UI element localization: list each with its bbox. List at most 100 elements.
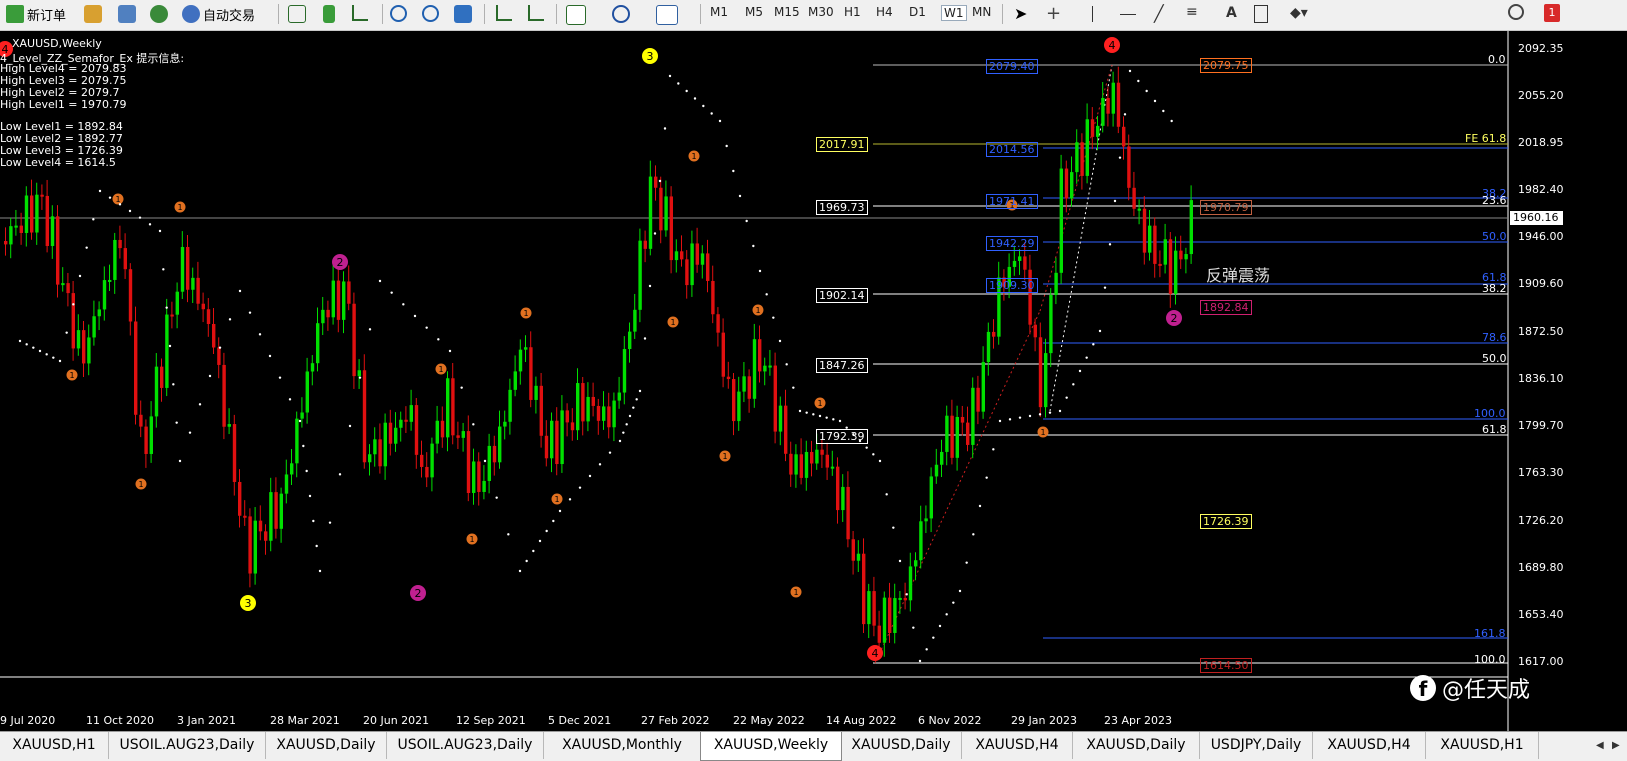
- candle-body: [898, 597, 902, 600]
- candle-body: [451, 378, 455, 436]
- zoom-in-icon[interactable]: [390, 5, 407, 22]
- candle-body: [92, 316, 96, 338]
- tf-m15[interactable]: M15: [774, 5, 800, 19]
- tf-h1[interactable]: H1: [844, 5, 861, 19]
- watermark-text: @任天成: [1442, 678, 1531, 703]
- candle-body: [97, 309, 101, 317]
- tf-mn[interactable]: MN: [972, 5, 991, 19]
- chart-tab[interactable]: XAUUSD,H1: [0, 732, 109, 759]
- candlestick-icon[interactable]: [323, 5, 335, 23]
- tab-scroll-left-icon[interactable]: ◀: [1596, 740, 1604, 751]
- semafor-marker-label: 1: [1040, 428, 1045, 437]
- sar-dot: [538, 539, 542, 543]
- chart-tab[interactable]: USOIL.AUG23,Daily: [387, 732, 544, 759]
- semafor-box: 2079.75: [1200, 58, 1252, 73]
- shapes-icon[interactable]: ◆▾: [1290, 5, 1308, 21]
- sar-dot: [1170, 119, 1173, 123]
- candle-body: [789, 453, 793, 475]
- tf-w1[interactable]: W1: [941, 5, 967, 21]
- candle-body: [253, 520, 257, 574]
- market-watch-icon[interactable]: [84, 5, 102, 23]
- candle-body: [685, 259, 689, 286]
- candle-body: [778, 405, 783, 432]
- auto-trade-button[interactable]: 自动交易: [182, 3, 255, 25]
- candle-body: [955, 416, 959, 458]
- sar-dot: [525, 559, 528, 563]
- chart-tab[interactable]: XAUUSD,H4: [962, 732, 1073, 759]
- tile-windows-icon[interactable]: [454, 5, 472, 23]
- new-order-button[interactable]: 新订单: [6, 3, 66, 25]
- label-tool-icon[interactable]: [1254, 5, 1268, 23]
- vertical-line-icon[interactable]: [1092, 6, 1093, 22]
- candle-body: [1111, 82, 1115, 114]
- tf-m30[interactable]: M30: [808, 5, 834, 19]
- chart-tab-active[interactable]: XAUUSD,Weekly: [700, 732, 842, 761]
- candle-body: [1142, 208, 1147, 253]
- zoom-out-icon[interactable]: [422, 5, 439, 22]
- sar-dot: [298, 419, 302, 423]
- text-tool-icon[interactable]: A: [1226, 5, 1237, 21]
- tab-scroll-right-icon[interactable]: ▶: [1612, 740, 1620, 751]
- tf-d1[interactable]: D1: [909, 5, 926, 19]
- watermark: f @任天成: [1410, 672, 1530, 704]
- sar-dot: [368, 328, 372, 331]
- templates-icon[interactable]: [656, 5, 678, 25]
- chart-tab[interactable]: XAUUSD,Daily: [1073, 732, 1200, 759]
- horizontal-line-icon[interactable]: [1120, 14, 1136, 15]
- price-chart[interactable]: 111123321111111111421144 XAUUSD,Weekly 4…: [0, 31, 1627, 731]
- candle-body: [1044, 353, 1048, 408]
- candle-body: [945, 415, 949, 452]
- data-window-icon[interactable]: [118, 5, 136, 23]
- chart-tab[interactable]: XAUUSD,Daily: [841, 732, 962, 759]
- chart-shift-icon[interactable]: [496, 5, 512, 21]
- search-icon[interactable]: [1508, 4, 1524, 20]
- cursor-icon[interactable]: ➤: [1014, 4, 1027, 23]
- chart-tab[interactable]: USDJPY,Daily: [1200, 732, 1313, 759]
- chart-tab[interactable]: USOIL.AUG23,Daily: [109, 732, 266, 759]
- tf-h4[interactable]: H4: [876, 5, 893, 19]
- chart-tab[interactable]: XAUUSD,Monthly: [544, 732, 701, 759]
- sar-dot: [45, 353, 48, 356]
- candle-body: [992, 331, 996, 337]
- fib-label: 78.6: [1482, 331, 1507, 344]
- candle-body: [976, 387, 980, 412]
- fib-box: 1971.41: [986, 194, 1038, 209]
- navigator-icon[interactable]: [150, 5, 168, 23]
- line-chart-icon[interactable]: [352, 5, 368, 21]
- level-box: 1847.26: [816, 358, 868, 373]
- date-tick: 27 Feb 2022: [641, 714, 710, 727]
- sar-dot: [58, 359, 62, 363]
- chart-tab[interactable]: XAUUSD,Daily: [266, 732, 387, 759]
- crosshair-icon[interactable]: +: [1046, 3, 1061, 24]
- autoscroll-icon[interactable]: [528, 5, 544, 21]
- sar-dot: [552, 519, 555, 523]
- trendline-icon[interactable]: ╱: [1154, 4, 1164, 23]
- candle-body: [196, 277, 200, 304]
- periods-icon[interactable]: [612, 5, 630, 23]
- fibonacci-icon[interactable]: ≡: [1186, 4, 1198, 20]
- notification-badge[interactable]: 1: [1544, 4, 1560, 22]
- tf-m5[interactable]: M5: [745, 5, 763, 19]
- chart-tab[interactable]: XAUUSD,H1: [1426, 732, 1539, 759]
- sar-dot: [998, 419, 1002, 423]
- candle-body: [648, 176, 653, 249]
- indicators-icon[interactable]: [566, 5, 586, 25]
- candle-body: [383, 422, 387, 467]
- candle-body: [316, 323, 320, 364]
- sar-dot: [495, 496, 498, 499]
- fib-label: 50.0: [1482, 230, 1507, 243]
- candle-body: [503, 421, 507, 427]
- candle-body: [82, 330, 86, 364]
- chart-tab[interactable]: XAUUSD,H4: [1313, 732, 1426, 759]
- sar-dot: [18, 339, 22, 343]
- tf-m1[interactable]: M1: [710, 5, 728, 19]
- sar-dot: [448, 349, 452, 353]
- sar-dot: [108, 196, 112, 199]
- price-tick: 1617.00: [1518, 655, 1564, 668]
- sar-dot: [588, 474, 592, 478]
- fib-box: 1909.30: [986, 278, 1038, 293]
- auto-trade-label: 自动交易: [203, 8, 256, 24]
- candle-body: [45, 195, 49, 246]
- bar-chart-icon[interactable]: [288, 5, 306, 23]
- candle-body: [40, 194, 44, 197]
